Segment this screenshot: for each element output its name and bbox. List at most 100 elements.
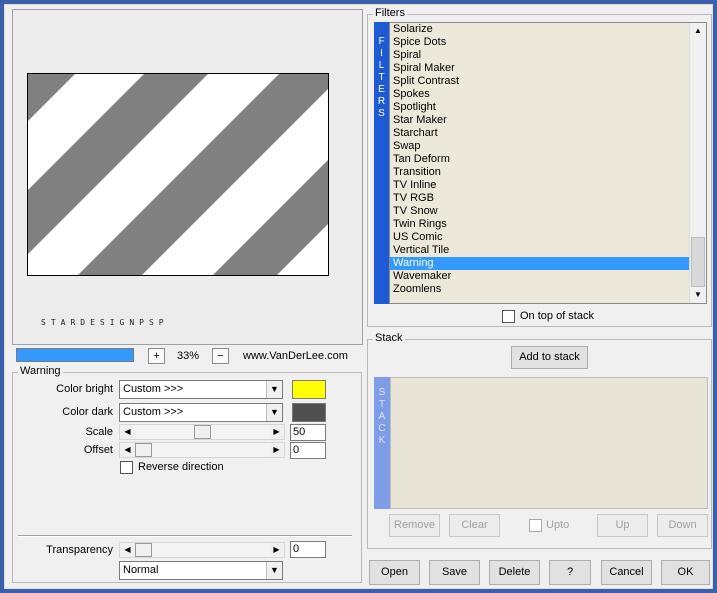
upto-label: Upto — [546, 519, 570, 531]
filter-list-item[interactable]: Wavemaker — [390, 270, 706, 283]
up-button[interactable]: Up — [597, 514, 648, 537]
filter-dialog: STARDESIGNPSP + 33% − www.VanDerLee.com … — [4, 4, 713, 589]
preview-canvas — [27, 73, 329, 276]
filters-list[interactable]: Solarize Spice Dots Spiral Spiral Maker Spli… — [389, 22, 707, 304]
scroll-down-icon[interactable]: ▼ — [690, 287, 706, 303]
stack-strip-letter: S — [378, 387, 386, 398]
reverse-direction-checkbox[interactable] — [120, 461, 133, 474]
progress-bar — [16, 348, 134, 362]
cancel-button[interactable]: Cancel — [601, 560, 652, 585]
filter-list-item[interactable]: Spokes — [390, 88, 706, 101]
stack-strip-letter: T — [378, 399, 386, 410]
scale-slider[interactable]: ◀ ▶ — [119, 424, 285, 440]
filter-list-item[interactable]: TV RGB — [390, 192, 706, 205]
warning-group-title: Warning — [18, 365, 63, 378]
watermark-text: STARDESIGNPSP — [41, 318, 169, 327]
filters-strip-letter: F — [378, 36, 385, 47]
filter-list-item[interactable]: Spiral — [390, 49, 706, 62]
offset-input[interactable]: 0 — [290, 442, 326, 459]
scroll-up-icon[interactable]: ▲ — [690, 23, 706, 39]
filters-strip-letter: I — [380, 48, 383, 59]
scale-input[interactable]: 50 — [290, 424, 326, 441]
color-bright-swatch[interactable] — [292, 380, 326, 399]
filters-strip-letter: S — [378, 108, 385, 119]
offset-slider-thumb[interactable] — [135, 443, 152, 457]
save-button[interactable]: Save — [429, 560, 480, 585]
open-button[interactable]: Open — [369, 560, 420, 585]
filter-list-item[interactable]: Star Maker — [390, 114, 706, 127]
arrow-left-icon[interactable]: ◀ — [120, 425, 135, 439]
upto-checkbox[interactable] — [529, 519, 542, 532]
stack-group-title: Stack — [373, 332, 405, 345]
filters-strip-letter: R — [377, 96, 386, 107]
color-dark-label: Color dark — [62, 406, 113, 418]
filter-list-item[interactable]: Warning — [390, 257, 706, 270]
filter-list-item[interactable]: Split Contrast — [390, 75, 706, 88]
remove-button[interactable]: Remove — [389, 514, 440, 537]
scale-slider-thumb[interactable] — [194, 425, 211, 439]
stack-strip-letter: C — [378, 423, 386, 434]
on-top-of-stack-label: On top of stack — [520, 310, 594, 322]
stack-list[interactable] — [390, 377, 708, 509]
add-to-stack-button[interactable]: Add to stack — [511, 346, 588, 369]
ok-button[interactable]: OK — [661, 560, 710, 585]
chevron-down-icon[interactable]: ▼ — [266, 404, 282, 421]
arrow-right-icon[interactable]: ▶ — [269, 425, 284, 439]
zoom-level: 33% — [177, 350, 200, 362]
arrow-right-icon[interactable]: ▶ — [269, 543, 284, 557]
color-bright-select[interactable]: Custom >>> ▼ — [119, 380, 283, 399]
color-dark-value: Custom >>> — [123, 406, 184, 418]
filter-list-item[interactable]: TV Snow — [390, 205, 706, 218]
filters-list-items: Solarize Spice Dots Spiral Spiral Maker Spli… — [390, 23, 706, 296]
arrow-left-icon[interactable]: ◀ — [120, 443, 135, 457]
filter-list-item[interactable]: Vertical Tile — [390, 244, 706, 257]
help-button[interactable]: ? — [549, 560, 591, 585]
filter-list-item[interactable]: Zoomlens — [390, 283, 706, 296]
zoom-in-button[interactable]: + — [148, 348, 165, 364]
stack-side-strip: STACK — [374, 377, 390, 509]
offset-slider[interactable]: ◀ ▶ — [119, 442, 285, 458]
delete-button[interactable]: Delete — [489, 560, 540, 585]
filter-list-item[interactable]: Twin Rings — [390, 218, 706, 231]
website-link[interactable]: www.VanDerLee.com — [243, 348, 348, 364]
filters-scrollbar[interactable]: ▲ ▼ — [689, 23, 706, 303]
transparency-input[interactable]: 0 — [290, 541, 326, 558]
filters-strip-letter: E — [378, 84, 385, 95]
chevron-down-icon[interactable]: ▼ — [266, 381, 282, 398]
filters-group-title: Filters — [373, 7, 407, 20]
color-dark-select[interactable]: Custom >>> ▼ — [119, 403, 283, 422]
transparency-slider[interactable]: ◀ ▶ — [119, 542, 285, 558]
filter-list-item[interactable]: Swap — [390, 140, 706, 153]
filter-list-item[interactable]: Tan Deform — [390, 153, 706, 166]
filters-side-strip: FILTERS — [374, 22, 389, 304]
clear-button[interactable]: Clear — [449, 514, 500, 537]
filter-list-item[interactable]: Transition — [390, 166, 706, 179]
stack-strip-letter: K — [378, 435, 386, 446]
divider — [18, 535, 352, 537]
filters-strip-letter: L — [378, 60, 385, 71]
filter-list-item[interactable]: Spice Dots — [390, 36, 706, 49]
filter-list-item[interactable]: TV Inline — [390, 179, 706, 192]
filters-scroll-thumb[interactable] — [691, 237, 705, 287]
filter-list-item[interactable]: Spotlight — [390, 101, 706, 114]
filter-list-item[interactable]: US Comic — [390, 231, 706, 244]
filters-strip-letter: T — [378, 72, 385, 83]
color-bright-value: Custom >>> — [123, 383, 184, 395]
color-dark-swatch[interactable] — [292, 403, 326, 422]
blend-mode-select[interactable]: Normal ▼ — [119, 561, 283, 580]
warning-stripes-preview — [28, 74, 328, 275]
transparency-slider-thumb[interactable] — [135, 543, 152, 557]
stack-strip-letter: A — [378, 411, 386, 422]
chevron-down-icon[interactable]: ▼ — [266, 562, 282, 579]
on-top-of-stack-checkbox[interactable] — [502, 310, 515, 323]
down-button[interactable]: Down — [657, 514, 708, 537]
reverse-direction-label: Reverse direction — [138, 461, 224, 473]
transparency-label: Transparency — [46, 544, 113, 556]
arrow-right-icon[interactable]: ▶ — [269, 443, 284, 457]
filter-list-item[interactable]: Spiral Maker — [390, 62, 706, 75]
zoom-out-button[interactable]: − — [212, 348, 229, 364]
arrow-left-icon[interactable]: ◀ — [120, 543, 135, 557]
filter-list-item[interactable]: Starchart — [390, 127, 706, 140]
filter-list-item[interactable]: Solarize — [390, 23, 706, 36]
progress-fill — [17, 349, 133, 361]
